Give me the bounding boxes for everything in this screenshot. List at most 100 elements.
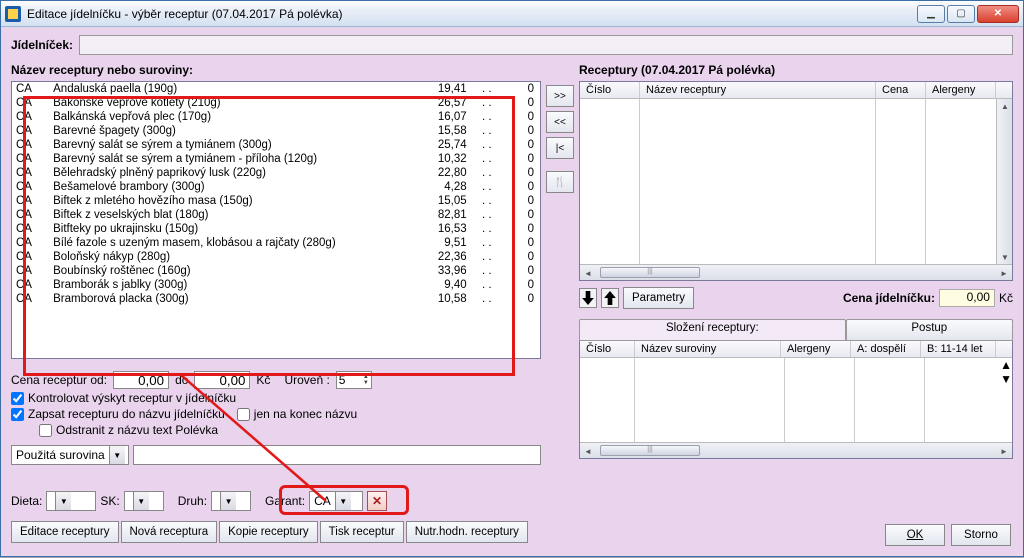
copy-recipe-button[interactable]: Kopie receptury bbox=[219, 521, 318, 543]
nutrition-button[interactable]: Nutr.hodn. receptury bbox=[406, 521, 528, 543]
recipe-row[interactable]: CABramborová placka (300g)10,58. .0 bbox=[12, 292, 540, 306]
b1-label: Editace receptury bbox=[20, 526, 110, 538]
spinner-down[interactable]: ▼ bbox=[363, 380, 369, 386]
b4-label: Tisk receptur bbox=[329, 526, 395, 538]
recipe-cell: 15,58 bbox=[409, 124, 471, 138]
right-header: Receptury (07.04.2017 Pá polévka) bbox=[579, 63, 1013, 77]
recipe-row[interactable]: CABarevné špagety (300g)15,58. .0 bbox=[12, 124, 540, 138]
recipe-cell: . . bbox=[471, 292, 503, 306]
new-recipe-button[interactable]: Nová receptura bbox=[121, 521, 218, 543]
tab-composition[interactable]: Složení receptury: bbox=[579, 319, 846, 340]
recipe-cell: . . bbox=[471, 278, 503, 292]
first-button[interactable]: |< bbox=[546, 137, 574, 159]
utensils-icon: 🍴 bbox=[554, 177, 566, 188]
b2-label: Nová receptura bbox=[130, 526, 209, 538]
recipe-cell: CA bbox=[12, 180, 49, 194]
chevron-down-icon: ▼ bbox=[109, 446, 125, 464]
minimize-button[interactable]: ▁ bbox=[917, 5, 945, 23]
chk3-label: jen na konec názvu bbox=[254, 407, 357, 421]
recipe-row[interactable]: CABalkánská vepřová plec (170g)16,07. .0 bbox=[12, 110, 540, 124]
recipe-list[interactable]: CAAndaluská paella (190g)19,41. .0CABako… bbox=[11, 81, 541, 359]
recipe-cell: CA bbox=[12, 208, 49, 222]
chk-control-occurrence[interactable] bbox=[11, 392, 24, 405]
recipe-row[interactable]: CABakoňské vepřové kotlety (210g)26,57. … bbox=[12, 96, 540, 110]
chk1-label: Kontrolovat výskyt receptur v jídelníčku bbox=[28, 391, 236, 405]
maximize-button[interactable]: ▢ bbox=[947, 5, 975, 23]
price-from-input[interactable] bbox=[113, 371, 169, 389]
jidelnicek-input[interactable] bbox=[79, 35, 1013, 55]
recipe-cell: Barevné špagety (300g) bbox=[49, 124, 409, 138]
sk-combo[interactable]: ▼ bbox=[124, 491, 164, 511]
utensils-button[interactable]: 🍴 bbox=[546, 171, 574, 193]
scroll-thumb[interactable]: ||| bbox=[600, 267, 700, 278]
scroll-down-icon: ▼ bbox=[997, 250, 1013, 264]
recipe-row[interactable]: CABarevný salát se sýrem a tymiánem (300… bbox=[12, 138, 540, 152]
print-recipes-button[interactable]: Tisk receptur bbox=[320, 521, 404, 543]
druh-combo[interactable]: ▼ bbox=[211, 491, 251, 511]
garant-combo[interactable]: CA▼ bbox=[309, 491, 363, 511]
level-spinner[interactable]: 5 ▲▼ bbox=[336, 371, 372, 389]
params-button[interactable]: Parametry bbox=[623, 287, 694, 309]
col-cena: Cena bbox=[876, 82, 926, 98]
clear-filter-button[interactable]: ✕ bbox=[367, 491, 387, 511]
used-ingredient-combo[interactable]: Použitá surovina ▼ bbox=[11, 445, 129, 465]
ok-button[interactable]: OK bbox=[885, 524, 945, 546]
col2-a: A: dospělí bbox=[851, 341, 921, 357]
scroll-up-icon: ▲ bbox=[1000, 358, 1012, 372]
selected-recipes-grid[interactable]: Číslo Název receptury Cena Alergeny ▲ bbox=[579, 81, 1013, 281]
tab1-label: Složení receptury: bbox=[666, 322, 759, 334]
recipe-cell: CA bbox=[12, 236, 49, 250]
add-button[interactable]: >> bbox=[546, 85, 574, 107]
recipe-cell: 0 bbox=[503, 292, 540, 306]
storno-label: Storno bbox=[964, 529, 998, 541]
recipe-cell: 22,80 bbox=[409, 166, 471, 180]
edit-recipe-button[interactable]: Editace receptury bbox=[11, 521, 119, 543]
ingredients-grid[interactable]: Číslo Název suroviny Alergeny A: dospělí… bbox=[579, 341, 1013, 459]
recipe-cell: . . bbox=[471, 166, 503, 180]
tab-procedure[interactable]: Postup bbox=[846, 319, 1013, 340]
grid2-vscroll[interactable]: ▲ ▼ bbox=[1000, 358, 1012, 442]
chk-write-to-name[interactable] bbox=[11, 408, 24, 421]
garant-label: Garant: bbox=[265, 494, 305, 508]
grid-vscroll[interactable]: ▲ ▼ bbox=[996, 99, 1012, 264]
recipe-row[interactable]: CABoubínský roštěnec (160g)33,96. .0 bbox=[12, 264, 540, 278]
move-down-button[interactable] bbox=[579, 288, 597, 308]
recipe-row[interactable]: CABramborák s jablky (300g)9,40. .0 bbox=[12, 278, 540, 292]
dieta-combo[interactable]: ▼ bbox=[46, 491, 96, 511]
recipe-cell: . . bbox=[471, 222, 503, 236]
close-button[interactable]: ✕ bbox=[977, 5, 1019, 23]
recipe-row[interactable]: CAAndaluská paella (190g)19,41. .0 bbox=[12, 82, 540, 96]
storno-button[interactable]: Storno bbox=[951, 524, 1011, 546]
recipe-row[interactable]: CABitfteky po ukrajinsku (150g)16,53. .0 bbox=[12, 222, 540, 236]
kc-label-2: Kč bbox=[999, 291, 1013, 305]
col2-nazev: Název suroviny bbox=[635, 341, 781, 357]
recipe-row[interactable]: CABílé fazole s uzeným masem, klobásou a… bbox=[12, 236, 540, 250]
recipe-row[interactable]: CABešamelové brambory (300g)4,28. .0 bbox=[12, 180, 540, 194]
chk-end-only[interactable] bbox=[237, 408, 250, 421]
recipe-row[interactable]: CABarevný salát se sýrem a tymiánem - př… bbox=[12, 152, 540, 166]
recipe-row[interactable]: CABoloňský nákyp (280g)22,36. .0 bbox=[12, 250, 540, 264]
recipe-row[interactable]: CABiftek z veselských blat (180g)82,81. … bbox=[12, 208, 540, 222]
used-ingredient-value[interactable] bbox=[133, 445, 541, 465]
thumb-grip: ||| bbox=[601, 268, 699, 275]
scroll-thumb-2[interactable]: ||| bbox=[600, 445, 700, 456]
col-nazev: Název receptury bbox=[640, 82, 876, 98]
col2-cislo: Číslo bbox=[580, 341, 635, 357]
recipe-cell: . . bbox=[471, 264, 503, 278]
garant-value: CA bbox=[310, 494, 335, 508]
recipe-cell: Barevný salát se sýrem a tymiánem - příl… bbox=[49, 152, 409, 166]
recipe-cell: Bitfteky po ukrajinsku (150g) bbox=[49, 222, 409, 236]
remove-button[interactable]: << bbox=[546, 111, 574, 133]
recipe-cell: 0 bbox=[503, 166, 540, 180]
recipe-cell: . . bbox=[471, 138, 503, 152]
grid-hscroll[interactable]: ◄ ||| ► bbox=[580, 264, 1012, 280]
recipe-cell: . . bbox=[471, 152, 503, 166]
recipe-row[interactable]: CABiftek z mletého hovězího masa (150g)1… bbox=[12, 194, 540, 208]
grid2-hscroll[interactable]: ◄ ||| ► bbox=[580, 442, 1012, 458]
recipe-row[interactable]: CABělehradský plněný paprikový lusk (220… bbox=[12, 166, 540, 180]
chk-remove-polevka[interactable] bbox=[39, 424, 52, 437]
recipe-cell: 0 bbox=[503, 180, 540, 194]
price-to-input[interactable] bbox=[194, 371, 250, 389]
move-up-button[interactable] bbox=[601, 288, 619, 308]
arrow-up-icon bbox=[604, 291, 616, 305]
